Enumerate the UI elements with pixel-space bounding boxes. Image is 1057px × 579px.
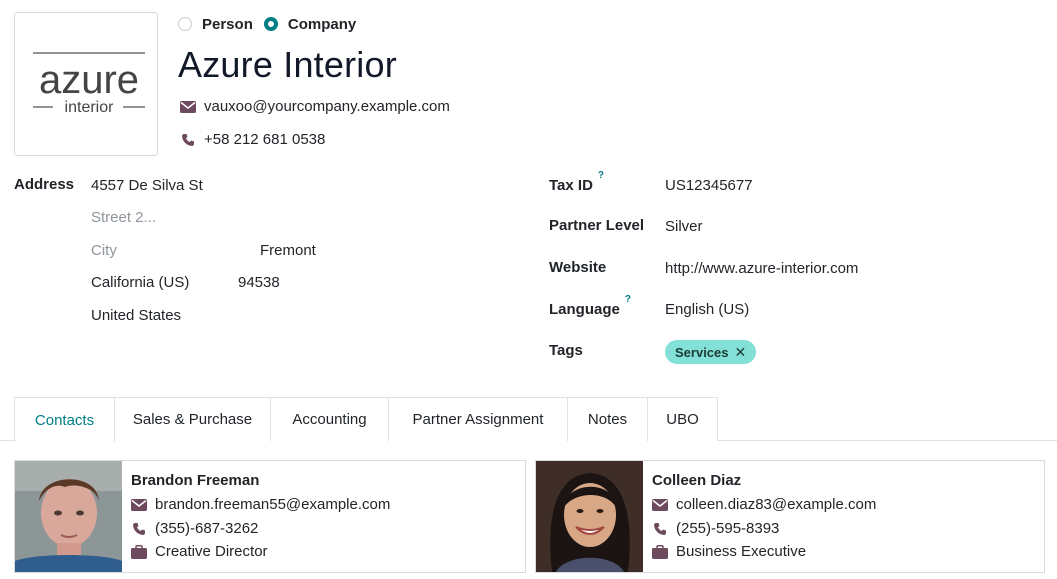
tax-id-field[interactable]: US12345677 xyxy=(665,177,753,194)
tab-partner-assignment[interactable]: Partner Assignment xyxy=(388,397,568,441)
partner-name[interactable]: Azure Interior xyxy=(178,44,397,86)
tab-accounting[interactable]: Accounting xyxy=(270,397,389,441)
partner-phone[interactable]: +58 212 681 0538 xyxy=(204,131,325,148)
contact-name: Brandon Freeman xyxy=(131,472,260,489)
envelope-icon xyxy=(131,497,147,513)
azure-logo-image: azure interior xyxy=(33,52,145,116)
radio-person[interactable]: Person xyxy=(178,16,253,33)
radio-person-label: Person xyxy=(202,15,253,33)
contact-email[interactable]: colleen.diaz83@example.com xyxy=(676,496,876,513)
contact-avatar xyxy=(15,461,122,572)
tax-id-label: Tax ID? xyxy=(549,170,604,194)
tags-label: Tags xyxy=(549,342,583,359)
contact-function-row: Creative Director xyxy=(131,543,268,560)
contact-phone-row: (355)-687-3262 xyxy=(131,520,258,537)
partner-email-row: vauxoo@yourcompany.example.com xyxy=(180,98,450,115)
address-label: Address xyxy=(14,176,75,193)
contact-phone[interactable]: (255)-595-8393 xyxy=(676,520,779,537)
tab-notes[interactable]: Notes xyxy=(567,397,648,441)
contact-phone[interactable]: (355)-687-3262 xyxy=(155,520,258,537)
partner-phone-row: +58 212 681 0538 xyxy=(180,131,325,148)
street2-field[interactable]: Street 2... xyxy=(91,209,156,226)
language-help-icon[interactable]: ? xyxy=(625,294,631,305)
radio-person-dot[interactable] xyxy=(178,17,192,31)
radio-company-dot[interactable] xyxy=(263,17,278,31)
city-field[interactable]: City xyxy=(91,242,117,259)
partner-level-field[interactable]: Silver xyxy=(665,218,703,235)
radio-company-label: Company xyxy=(287,15,357,33)
tag-services-label: Services xyxy=(675,344,729,360)
contact-email-row: colleen.diaz83@example.com xyxy=(652,496,876,513)
tax-id-label-text: Tax ID xyxy=(549,177,593,194)
language-label-text: Language xyxy=(549,301,620,318)
phone-icon xyxy=(131,521,147,537)
envelope-icon xyxy=(180,99,196,115)
tab-ubo[interactable]: UBO xyxy=(647,397,718,441)
zip-field[interactable]: 94538 xyxy=(238,274,280,291)
contact-function: Business Executive xyxy=(676,543,807,560)
language-field[interactable]: English (US) xyxy=(665,301,749,318)
language-label: Language? xyxy=(549,294,631,318)
contact-avatar xyxy=(536,461,643,572)
country-field[interactable]: United States xyxy=(91,307,181,324)
partner-level-label: Partner Level xyxy=(549,217,645,234)
contact-phone-row: (255)-595-8393 xyxy=(652,520,779,537)
svg-text:azure: azure xyxy=(39,58,139,102)
phone-icon xyxy=(652,521,668,537)
website-label: Website xyxy=(549,259,607,276)
phone-icon xyxy=(180,132,196,148)
svg-text:interior: interior xyxy=(65,99,115,116)
tab-sales-purchase[interactable]: Sales & Purchase xyxy=(114,397,271,441)
company-type-selector: Person Company xyxy=(178,14,367,34)
company-logo[interactable]: azure interior xyxy=(14,12,158,156)
contact-card[interactable]: Colleen Diaz colleen.diaz83@example.com … xyxy=(535,460,1045,573)
website-field[interactable]: http://www.azure-interior.com xyxy=(665,260,858,277)
partner-email[interactable]: vauxoo@yourcompany.example.com xyxy=(204,98,450,115)
tag-remove-icon[interactable]: ✕ xyxy=(735,344,747,361)
city-value[interactable]: Fremont xyxy=(260,242,316,259)
street-field[interactable]: 4557 De Silva St xyxy=(91,177,203,194)
briefcase-icon xyxy=(652,544,668,560)
contact-card[interactable]: Brandon Freeman brandon.freeman55@exampl… xyxy=(14,460,526,573)
contact-email-row: brandon.freeman55@example.com xyxy=(131,496,390,513)
contact-email[interactable]: brandon.freeman55@example.com xyxy=(155,496,390,513)
tax-id-help-icon[interactable]: ? xyxy=(598,170,604,181)
state-field[interactable]: California (US) xyxy=(91,274,189,291)
envelope-icon xyxy=(652,497,668,513)
tab-contacts[interactable]: Contacts xyxy=(14,397,115,442)
radio-company[interactable]: Company xyxy=(263,15,357,33)
contact-name: Colleen Diaz xyxy=(652,472,742,489)
contact-function-row: Business Executive xyxy=(652,543,806,560)
tag-services[interactable]: Services ✕ xyxy=(665,340,757,364)
contact-function: Creative Director xyxy=(155,543,268,560)
briefcase-icon xyxy=(131,544,147,560)
